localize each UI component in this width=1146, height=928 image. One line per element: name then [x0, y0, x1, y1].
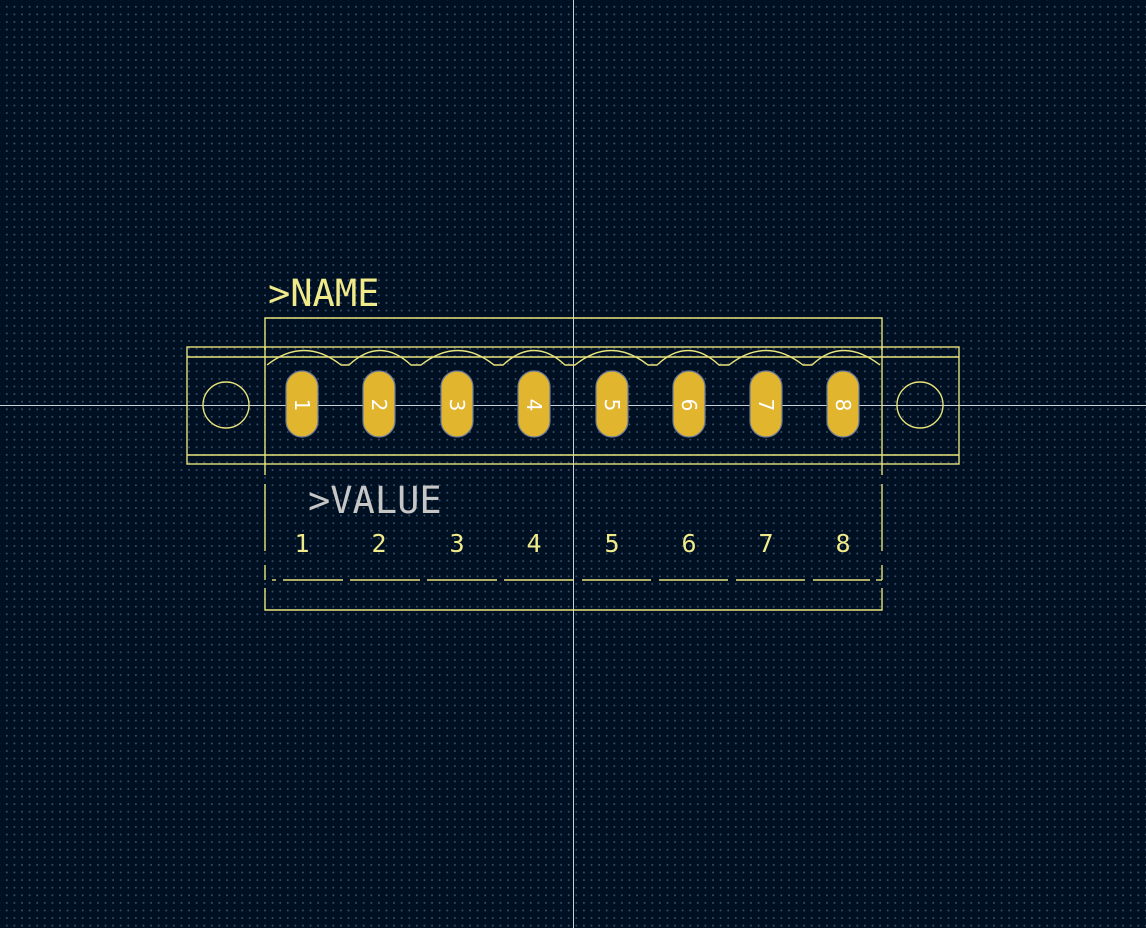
reference-label[interactable]: >NAME [268, 272, 379, 315]
pad-number: 5 [600, 399, 624, 412]
pad-number: 8 [831, 399, 855, 412]
pin-label-1: 1 [294, 529, 309, 558]
pads-group: 1 2 3 4 5 6 7 8 [285, 370, 860, 438]
pin-label-5: 5 [604, 529, 619, 558]
pad-5[interactable]: 5 [595, 370, 629, 438]
pad-7[interactable]: 7 [749, 370, 783, 438]
pad-4[interactable]: 4 [517, 370, 551, 438]
value-label[interactable]: >VALUE [308, 479, 442, 522]
pad-6[interactable]: 6 [672, 370, 706, 438]
pin-label-2: 2 [371, 529, 386, 558]
pin-label-3: 3 [449, 529, 464, 558]
pad-number: 4 [522, 399, 546, 412]
pin-label-8: 8 [835, 529, 850, 558]
pin-labels-group: 1 2 3 4 5 6 7 8 [294, 529, 850, 558]
pin-label-4: 4 [526, 529, 541, 558]
pad-number: 1 [290, 399, 314, 412]
pad-number: 6 [677, 399, 701, 412]
pcb-canvas[interactable]: >NAME 1 2 3 4 5 6 7 8 >VALUE 1 2 3 4 5 6 7 8 [0, 0, 1146, 928]
pin-label-7: 7 [758, 529, 773, 558]
pad-number: 7 [754, 399, 778, 412]
footprint-drawing: >NAME 1 2 3 4 5 6 7 8 >VALUE 1 2 3 4 5 6 7 8 [0, 0, 1146, 928]
pin-label-6: 6 [681, 529, 696, 558]
pad-8[interactable]: 8 [826, 370, 860, 438]
pad-number: 3 [445, 399, 469, 412]
pad-3[interactable]: 3 [440, 370, 474, 438]
pad-2[interactable]: 2 [362, 370, 396, 438]
pad-1[interactable]: 1 [285, 370, 319, 438]
pad-number: 2 [367, 399, 391, 412]
